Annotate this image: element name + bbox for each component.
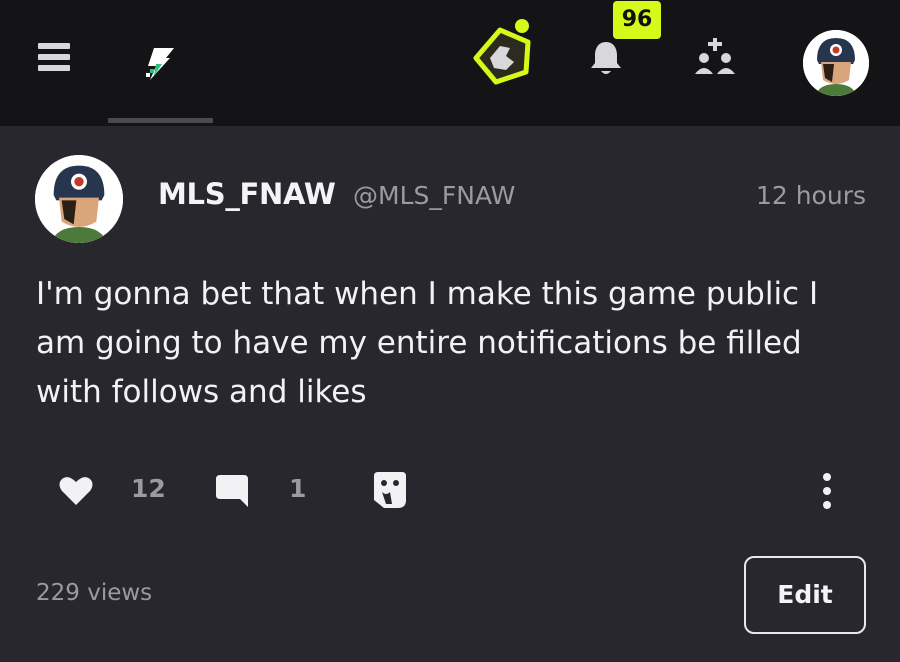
user-avatar[interactable] — [803, 30, 869, 96]
bolt-icon[interactable] — [140, 44, 180, 84]
post-body: I'm gonna bet that when I make this game… — [36, 276, 819, 410]
author-avatar[interactable] — [35, 155, 123, 243]
edit-button[interactable]: Edit — [744, 556, 866, 634]
comment-count[interactable]: 1 — [289, 474, 306, 503]
like-count[interactable]: 12 — [131, 474, 166, 503]
share-icon[interactable] — [372, 470, 408, 510]
app-logo-icon[interactable] — [466, 18, 538, 92]
more-options-icon[interactable] — [818, 471, 836, 511]
top-navigation-bar: 96 — [0, 0, 900, 126]
heart-icon[interactable] — [58, 475, 94, 507]
author-handle[interactable]: @MLS_FNAW — [353, 181, 515, 210]
menu-icon[interactable] — [38, 43, 72, 73]
post-timestamp: 12 hours — [755, 181, 866, 210]
add-user-icon[interactable] — [692, 38, 738, 80]
bell-icon[interactable] — [588, 38, 624, 78]
author-name[interactable]: MLS_FNAW — [158, 177, 336, 211]
view-count: 229 views — [36, 580, 153, 606]
notification-count-badge: 96 — [613, 1, 661, 39]
active-tab-indicator — [108, 118, 213, 123]
comment-icon[interactable] — [214, 473, 250, 509]
